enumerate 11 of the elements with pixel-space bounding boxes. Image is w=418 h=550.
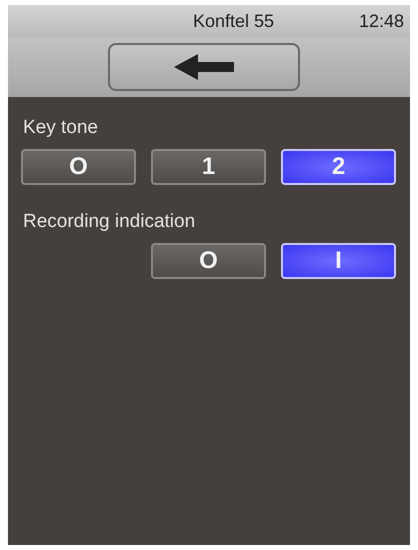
setting-label: Recording indication xyxy=(23,211,196,233)
device-title: Konftel 55 xyxy=(192,10,275,32)
clock-time: 12:48 xyxy=(358,10,404,32)
option-button[interactable]: O xyxy=(21,149,136,185)
setting-label: Key tone xyxy=(23,117,99,139)
option-button[interactable]: I xyxy=(281,243,396,279)
option-button[interactable]: 1 xyxy=(151,149,266,185)
back-button[interactable] xyxy=(108,43,300,91)
back-arrow-icon xyxy=(174,54,234,80)
option-button[interactable]: O xyxy=(151,243,266,279)
option-button[interactable]: 2 xyxy=(281,149,396,185)
